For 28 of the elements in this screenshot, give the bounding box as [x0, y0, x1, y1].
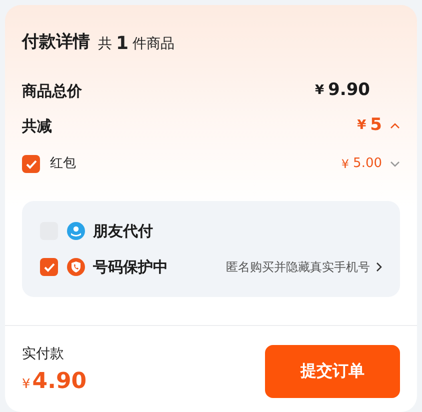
caret-icon[interactable] — [390, 161, 400, 167]
shield-phone-icon — [67, 258, 85, 276]
total-price: 9.90 — [328, 79, 370, 102]
checkbox[interactable] — [22, 155, 40, 173]
currency-symbol: ¥ — [341, 156, 350, 173]
option-label[interactable]: 号码保护中 — [93, 256, 168, 278]
option-hint[interactable]: 匿名购买并隐藏真实手机号 — [226, 258, 370, 276]
coupon-amount: 5.00 — [353, 155, 382, 174]
discount-label: 共减 — [22, 116, 52, 137]
caret-icon[interactable] — [390, 121, 400, 131]
check-icon — [26, 160, 36, 168]
currency-symbol: ¥ — [22, 376, 30, 394]
count-label: 件商品 — [132, 35, 175, 54]
total-label: 商品总价 — [22, 80, 82, 102]
check-icon — [44, 262, 54, 272]
discount-amount: 5 — [370, 114, 382, 138]
coupon-label: 红包 — [50, 155, 76, 174]
count-label: 共 — [98, 35, 112, 54]
currency-symbol: ¥ — [315, 82, 324, 100]
currency-symbol: ¥ — [357, 117, 366, 136]
friend-icon — [67, 222, 85, 240]
chevron-right-icon[interactable] — [376, 262, 382, 272]
payable-amount: 4.90 — [32, 368, 87, 396]
checkbox[interactable] — [40, 258, 58, 276]
option-label[interactable]: 朋友代付 — [93, 220, 153, 242]
section-title: 付款详情 — [22, 30, 90, 54]
payable-label: 实付款 — [22, 345, 65, 364]
item-count: 1 — [116, 33, 129, 55]
